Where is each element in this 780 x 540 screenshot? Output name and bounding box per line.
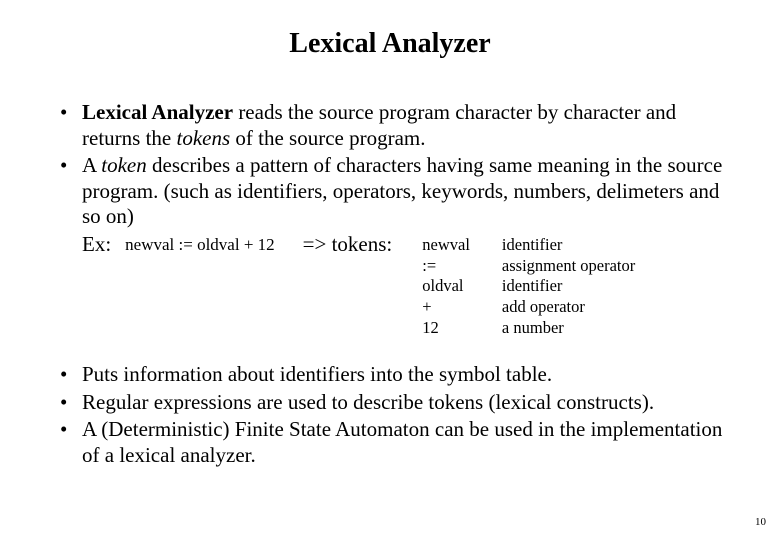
example-code: newval := oldval + 12 xyxy=(125,232,274,256)
italic-text: token xyxy=(101,153,146,177)
text: of the source program. xyxy=(230,126,425,150)
bullet-automaton: A (Deterministic) Finite State Automaton… xyxy=(60,417,730,468)
example-label: Ex: xyxy=(82,232,111,258)
token-col-descs: identifier assignment operator identifie… xyxy=(502,235,635,338)
token-desc: a number xyxy=(502,318,635,339)
token-name: 12 xyxy=(422,318,470,339)
bullet-symbol-table: Puts information about identifiers into … xyxy=(60,362,730,388)
token-name: oldval xyxy=(422,276,470,297)
token-name: := xyxy=(422,256,470,277)
bullet-token: A token describes a pattern of character… xyxy=(60,153,730,338)
bullet-lexical-analyzer: Lexical Analyzer reads the source progra… xyxy=(60,100,730,151)
token-table: newval := oldval + 12 identifier assignm… xyxy=(422,232,635,338)
bullet-list-1: Lexical Analyzer reads the source progra… xyxy=(50,100,730,338)
token-col-names: newval := oldval + 12 xyxy=(422,235,470,338)
page-title: Lexical Analyzer xyxy=(50,28,730,60)
bold-text: Lexical Analyzer xyxy=(82,100,233,124)
text: A xyxy=(82,153,101,177)
token-name: newval xyxy=(422,235,470,256)
token-desc: assignment operator xyxy=(502,256,635,277)
example-arrow: => tokens: xyxy=(303,232,393,258)
token-name: + xyxy=(422,297,470,318)
text: describes a pattern of characters having… xyxy=(82,153,722,228)
bullet-list-2: Puts information about identifiers into … xyxy=(50,362,730,468)
italic-text: tokens xyxy=(176,126,230,150)
token-desc: identifier xyxy=(502,276,635,297)
bullet-regex: Regular expressions are used to describe… xyxy=(60,390,730,416)
token-desc: add operator xyxy=(502,297,635,318)
page-number: 10 xyxy=(755,516,766,528)
example-row: Ex: newval := oldval + 12 => tokens: new… xyxy=(82,232,730,338)
token-desc: identifier xyxy=(502,235,635,256)
